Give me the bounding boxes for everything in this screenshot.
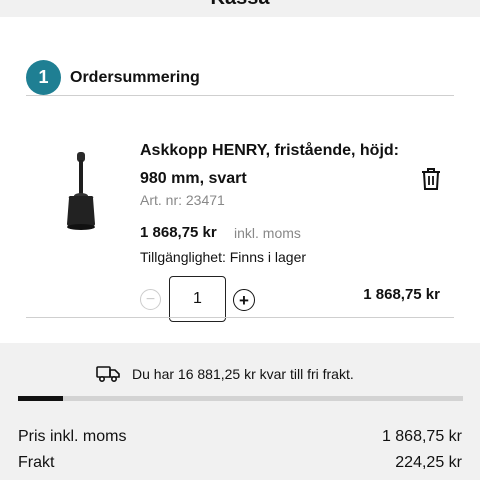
step-number-badge: 1 [26,60,61,95]
increase-quantity-button[interactable]: + [233,289,255,311]
divider [26,317,454,318]
divider [26,95,454,96]
ashtray-stand-icon[interactable] [60,152,110,232]
shipping-label: Frakt [18,454,55,471]
subtotal-label: Pris inkl. moms [18,428,127,445]
order-summary-card: 1 Ordersummering Askkopp HENRY, friståen… [0,17,480,343]
cart-summary: Du har 16 881,25 kr kvar till fri frakt.… [0,344,480,480]
shipping-value: 224,25 kr [395,454,462,471]
free-shipping-message: Du har 16 881,25 kr kvar till fri frakt. [132,366,354,382]
free-shipping-progress-fill [18,396,63,401]
quantity-input[interactable] [169,276,226,322]
article-number: Art. nr: 23471 [140,192,225,208]
decrease-quantity-button[interactable]: − [140,289,161,310]
section-title: Ordersummering [70,69,200,86]
unit-price: 1 868,75 kr [140,224,217,241]
availability-status: Tillgänglighet: Finns i lager [140,249,307,265]
truck-icon [96,366,120,383]
free-shipping-progress-bar [18,396,463,401]
page-title: Kassa [0,0,480,10]
line-total: 1 868,75 kr [363,286,440,303]
subtotal-value: 1 868,75 kr [381,428,462,445]
trash-icon[interactable] [420,167,442,191]
price-vat-note: inkl. moms [234,225,301,241]
product-name[interactable]: Askkopp HENRY, fristående, höjd: 980 mm,… [140,137,408,193]
